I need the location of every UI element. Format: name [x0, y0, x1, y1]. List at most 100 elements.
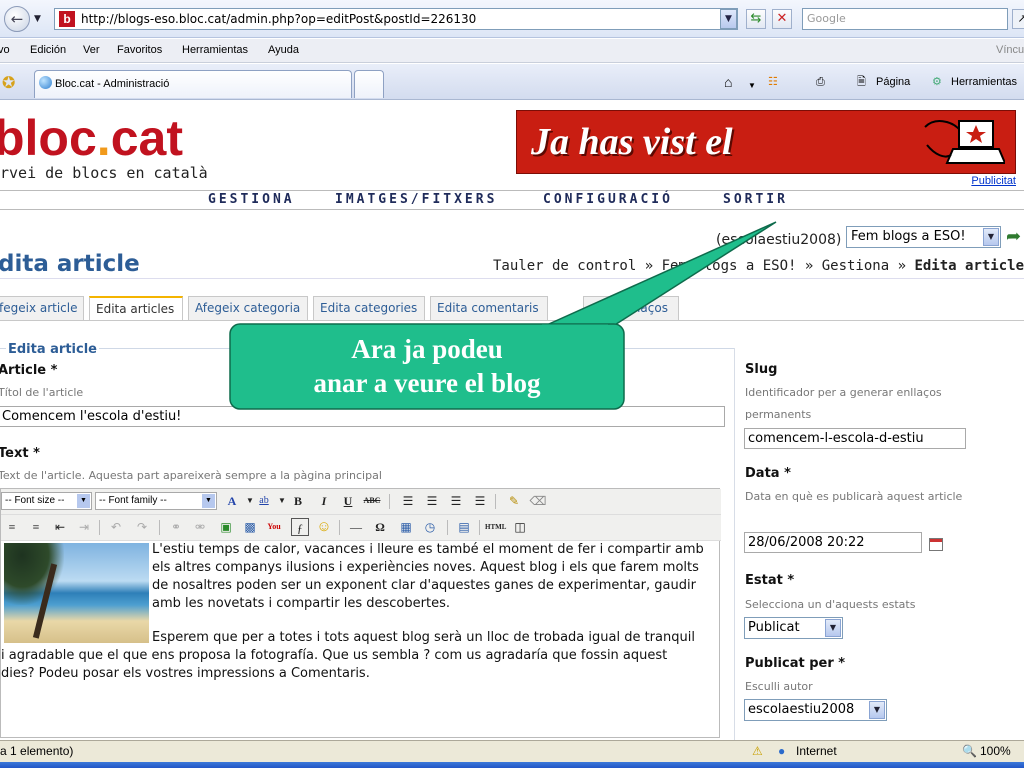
horizontal-rule-icon[interactable]: —	[347, 518, 365, 536]
menu-edicion[interactable]: Edición	[30, 39, 66, 62]
page-title: dita article	[0, 251, 140, 277]
table-icon[interactable]: ◫	[511, 518, 529, 536]
history-dropdown-icon[interactable]: ▼	[34, 14, 41, 24]
estat-hint: Selecciona un d'aquests estats	[745, 598, 916, 611]
favorites-star-icon[interactable]: ✪	[2, 73, 15, 92]
new-tab-button[interactable]	[354, 70, 384, 98]
html-source-icon[interactable]: HTML	[485, 518, 506, 536]
insert-date-icon[interactable]: ▦	[397, 518, 415, 536]
clean-format-icon[interactable]: ✎	[505, 492, 523, 510]
align-left-icon[interactable]: ☰	[399, 492, 417, 510]
go-arrow-icon[interactable]: ➦	[1006, 226, 1021, 247]
back-icon[interactable]: ←	[4, 6, 30, 32]
slug-input[interactable]: comencem-l-escola-d-estiu	[744, 428, 966, 449]
menu-favoritos[interactable]: Favoritos	[117, 39, 162, 62]
eraser-icon[interactable]: ⌫	[529, 492, 547, 510]
tab-afegeix-article[interactable]: fegeix article	[0, 296, 84, 320]
stop-icon[interactable]: ✕	[772, 9, 792, 29]
tab-bloc-cat[interactable]: Bloc.cat - Administració	[34, 70, 352, 98]
highlight-icon[interactable]: ab	[255, 492, 273, 510]
calendar-icon[interactable]	[929, 538, 943, 551]
menu-ver[interactable]: Ver	[83, 39, 100, 62]
title-divider	[0, 278, 1024, 279]
font-size-select[interactable]: -- Font size -- ▼	[1, 492, 92, 510]
numbered-list-icon[interactable]: ≡	[27, 518, 45, 536]
link-icon[interactable]: ⚭	[167, 518, 185, 536]
page-menu[interactable]: Página	[876, 74, 910, 90]
address-bar[interactable]: b http://blogs-eso.bloc.cat/admin.php?op…	[54, 8, 738, 30]
callout-line-2: anar a veure el blog	[313, 368, 541, 398]
justify-icon[interactable]: ☰	[471, 492, 489, 510]
search-go-icon[interactable]: ↗	[1012, 9, 1024, 29]
home-icon[interactable]: ⌂	[724, 74, 732, 90]
tab-edita-comentaris[interactable]: Edita comentaris	[430, 296, 548, 320]
editor-content[interactable]: L'estiu temps de calor, vacances i lleur…	[1, 541, 719, 737]
nav-sortir[interactable]: SORTIR	[723, 192, 788, 207]
status-text: a 1 elemento)	[0, 744, 74, 758]
image-icon[interactable]: ▣	[217, 518, 235, 536]
home-dropdown-icon[interactable]: ▼	[748, 78, 756, 94]
tab-retroenllacos[interactable]: retroenllaços	[583, 296, 679, 320]
address-dropdown-icon[interactable]: ▼	[720, 9, 737, 29]
tab-edita-articles[interactable]: Edita articles	[89, 296, 183, 321]
text-hint: Text de l'article. Aquesta part apareixe…	[0, 469, 382, 482]
menu-vinculos[interactable]: Víncul	[996, 39, 1024, 62]
article-title-input[interactable]: Comencem l'escola d'estiu!	[0, 406, 725, 427]
tab-edita-categories[interactable]: Edita categories	[313, 296, 425, 320]
breadcrumb-path[interactable]: Tauler de control » Fem blogs a ESO! » G…	[493, 258, 914, 274]
italic-icon[interactable]: I	[315, 492, 333, 510]
align-center-icon[interactable]: ☰	[423, 492, 441, 510]
chevron-down-icon: ▼	[869, 701, 885, 719]
menu-ayuda[interactable]: Ayuda	[268, 39, 299, 62]
tab-afegeix-categoria[interactable]: Afegeix categoria	[188, 296, 308, 320]
redo-icon[interactable]: ↷	[133, 518, 151, 536]
blog-select[interactable]: Fem blogs a ESO! ▼	[846, 226, 1001, 248]
text-color-icon[interactable]: A	[223, 492, 241, 510]
site-logo[interactable]: bloc.cat	[0, 110, 183, 166]
publicitat-link[interactable]: Publicitat	[971, 175, 1016, 187]
nav-configuracio[interactable]: CONFIGURACIÓ	[543, 192, 673, 207]
youtube-icon[interactable]: You	[265, 518, 283, 536]
undo-icon[interactable]: ↶	[107, 518, 125, 536]
flash-icon[interactable]: ƒ	[291, 518, 309, 536]
underline-icon[interactable]: U	[339, 492, 357, 510]
strikethrough-icon[interactable]: ABC	[363, 492, 381, 510]
align-right-icon[interactable]: ☰	[447, 492, 465, 510]
rich-text-editor: -- Font size -- ▼ -- Font family -- ▼ A ▼ …	[0, 488, 721, 738]
font-family-select[interactable]: -- Font family -- ▼	[95, 492, 217, 510]
ad-banner[interactable]: Ja has vist el	[516, 110, 1016, 174]
author-select[interactable]: escolaestiu2008 ▼	[744, 699, 887, 721]
feeds-icon[interactable]: ☷	[768, 74, 778, 90]
tools-gear-icon[interactable]: ⚙	[932, 74, 942, 90]
indent-icon[interactable]: ⇥	[75, 518, 93, 536]
emoticon-icon[interactable]: ☺	[315, 518, 333, 536]
security-warning-icon[interactable]: ⚠	[752, 741, 763, 761]
nav-gestiona[interactable]: GESTIONA	[208, 192, 295, 207]
special-char-icon[interactable]: Ω	[371, 518, 389, 536]
toolbar-separator	[495, 494, 496, 509]
menu-herramientas[interactable]: Herramientas	[182, 39, 248, 62]
browser-window: ← ▼ b http://blogs-eso.bloc.cat/admin.ph…	[0, 0, 1024, 768]
bold-icon[interactable]: B	[289, 492, 307, 510]
data-label: Data *	[745, 466, 791, 481]
menu-archivo[interactable]: vo	[0, 39, 10, 62]
page-menu-icon[interactable]: 🗎	[857, 74, 866, 90]
outdent-icon[interactable]: ⇤	[51, 518, 69, 536]
address-toolbar: ← ▼ b http://blogs-eso.bloc.cat/admin.ph…	[0, 0, 1024, 38]
zoom-level[interactable]: 100%	[980, 741, 1011, 761]
search-input[interactable]: Google	[802, 8, 1008, 30]
zoom-icon[interactable]: 🔍	[962, 741, 977, 761]
nav-imatges-fitxers[interactable]: IMATGES/FITXERS	[335, 192, 497, 207]
fullscreen-icon[interactable]: ▤	[455, 518, 473, 536]
media-icon[interactable]: ▩	[241, 518, 259, 536]
date-input[interactable]: 28/06/2008 20:22	[744, 532, 922, 553]
refresh-icon[interactable]: ⇆	[746, 9, 766, 29]
tools-menu[interactable]: Herramientas	[951, 74, 1017, 90]
status-select[interactable]: Publicat ▼	[744, 617, 843, 639]
bullet-list-icon[interactable]: ≡	[3, 518, 21, 536]
unlink-icon[interactable]: ⚮	[191, 518, 209, 536]
insert-time-icon[interactable]: ◷	[421, 518, 439, 536]
print-icon[interactable]: ⎙	[816, 74, 825, 90]
beach-photo	[4, 543, 149, 643]
main-nav: GESTIONA IMATGES/FITXERS CONFIGURACIÓ SO…	[0, 190, 1024, 210]
